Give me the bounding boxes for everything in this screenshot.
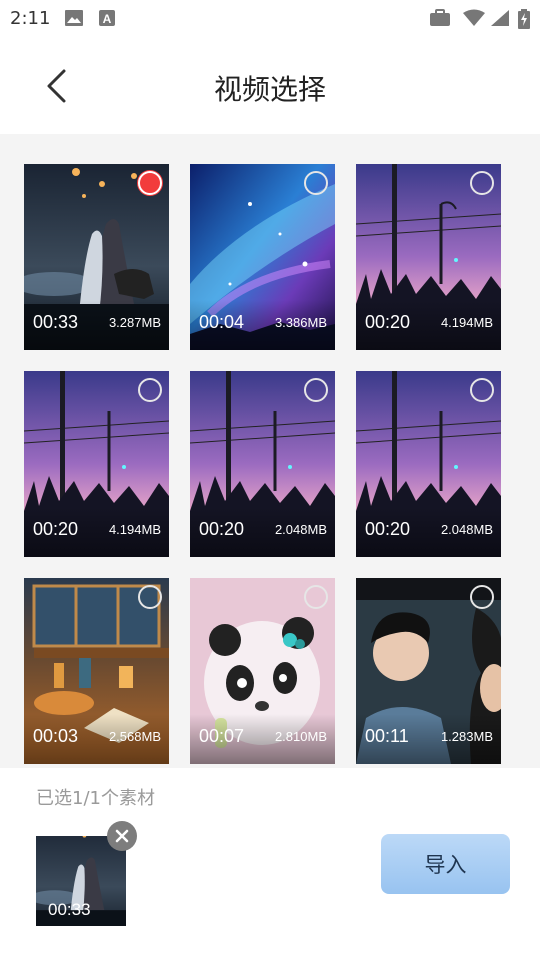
video-duration: 00:20 bbox=[199, 519, 245, 539]
image-icon bbox=[64, 9, 84, 31]
wifi-icon bbox=[462, 9, 486, 31]
header: 视频选择 bbox=[0, 38, 540, 134]
status-bar: 2:11 A bbox=[0, 0, 540, 38]
video-size: 4.194MB bbox=[440, 315, 493, 330]
video-size: 2.048MB bbox=[440, 522, 493, 537]
svg-text:A: A bbox=[103, 12, 112, 26]
select-checkbox[interactable] bbox=[138, 378, 162, 402]
battery-charging-icon bbox=[518, 9, 530, 33]
select-checkbox[interactable] bbox=[470, 171, 494, 195]
video-tile[interactable]: 00:04 3.386MB bbox=[190, 164, 335, 350]
video-tile[interactable]: 00:33 3.287MB bbox=[24, 164, 169, 350]
remove-selected-button[interactable] bbox=[107, 821, 137, 851]
video-duration: 00:20 bbox=[365, 519, 411, 539]
selected-duration: 00:33 bbox=[48, 900, 91, 919]
status-time: 2:11 bbox=[10, 8, 51, 29]
video-duration: 00:11 bbox=[365, 726, 409, 746]
select-checkbox[interactable] bbox=[304, 378, 328, 402]
video-tile[interactable]: 00:20 4.194MB bbox=[356, 164, 501, 350]
video-size: 3.287MB bbox=[108, 315, 161, 330]
select-checkbox[interactable] bbox=[304, 171, 328, 195]
select-checkbox[interactable] bbox=[470, 585, 494, 609]
video-size: 1.283MB bbox=[440, 729, 493, 744]
video-grid: 00:33 3.287MB 00:04 3.386MB 00:20 4.194M… bbox=[0, 134, 540, 768]
briefcase-icon bbox=[429, 9, 451, 31]
select-checkbox[interactable] bbox=[138, 171, 162, 195]
font-a-icon: A bbox=[98, 9, 116, 31]
video-size: 2.048MB bbox=[274, 522, 327, 537]
selected-thumbnail[interactable]: 00:33 bbox=[36, 836, 126, 926]
video-size: 2.810MB bbox=[274, 729, 327, 744]
video-size: 3.386MB bbox=[274, 315, 327, 330]
video-tile[interactable]: 00:03 2.568MB bbox=[24, 578, 169, 764]
video-duration: 00:07 bbox=[199, 726, 245, 746]
select-checkbox[interactable] bbox=[138, 585, 162, 609]
video-size: 4.194MB bbox=[108, 522, 161, 537]
video-tile[interactable]: 00:20 2.048MB bbox=[190, 371, 335, 557]
selected-count: 已选1/1个素材 bbox=[36, 788, 155, 809]
select-checkbox[interactable] bbox=[470, 378, 494, 402]
selection-panel: 已选1/1个素材 00:33 导入 bbox=[0, 768, 540, 960]
page-title: 视频选择 bbox=[213, 73, 326, 106]
video-duration: 00:20 bbox=[365, 312, 411, 332]
video-duration: 00:03 bbox=[33, 726, 79, 746]
select-checkbox[interactable] bbox=[304, 585, 328, 609]
video-tile[interactable]: 00:20 4.194MB bbox=[24, 371, 169, 557]
video-duration: 00:20 bbox=[33, 519, 79, 539]
video-duration: 00:33 bbox=[33, 312, 79, 332]
video-size: 2.568MB bbox=[108, 729, 161, 744]
import-button[interactable]: 导入 bbox=[381, 834, 510, 894]
close-icon bbox=[115, 829, 129, 843]
video-tile[interactable]: 00:20 2.048MB bbox=[356, 371, 501, 557]
video-tile[interactable]: 00:07 2.810MB bbox=[190, 578, 335, 764]
signal-icon bbox=[490, 9, 510, 31]
video-duration: 00:04 bbox=[199, 312, 245, 332]
video-tile[interactable]: 00:11 1.283MB bbox=[356, 578, 501, 764]
